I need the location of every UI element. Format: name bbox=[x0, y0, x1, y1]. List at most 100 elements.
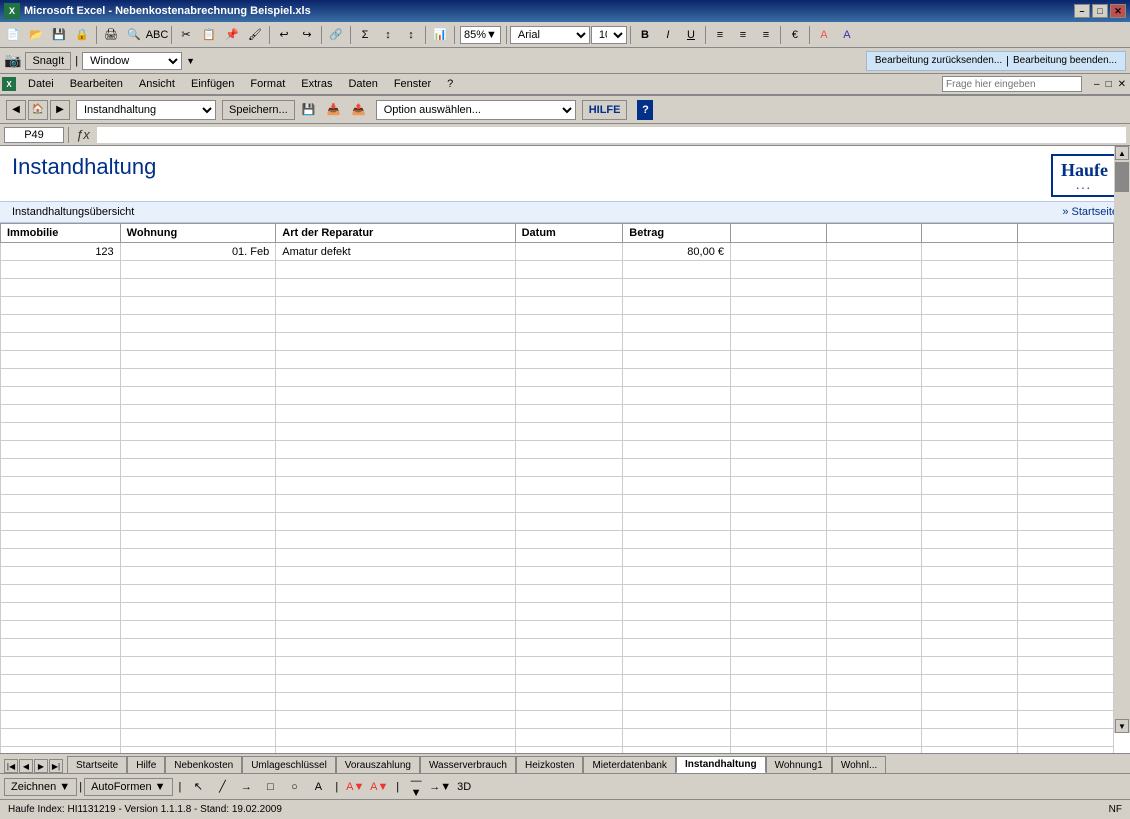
menu-fenster[interactable]: Fenster bbox=[386, 73, 439, 95]
menu-minimize-icon[interactable]: – bbox=[1092, 79, 1102, 90]
sheet-tab-instandhaltung[interactable]: Instandhaltung bbox=[676, 756, 766, 773]
table-row[interactable] bbox=[1, 675, 1114, 693]
table-cell[interactable] bbox=[731, 243, 827, 261]
table-cell[interactable] bbox=[276, 657, 515, 675]
table-cell[interactable] bbox=[826, 657, 922, 675]
table-cell[interactable] bbox=[1, 567, 121, 585]
sort-desc-button[interactable]: ↕ bbox=[400, 24, 422, 46]
table-cell[interactable] bbox=[120, 387, 276, 405]
font-color-button[interactable]: A bbox=[836, 24, 858, 46]
table-row[interactable] bbox=[1, 513, 1114, 531]
table-cell[interactable] bbox=[1018, 315, 1114, 333]
table-cell[interactable] bbox=[826, 567, 922, 585]
zoom-dropdown-icon[interactable]: ▼ bbox=[486, 29, 497, 41]
save-icon3[interactable]: 📤 bbox=[348, 99, 370, 121]
option-select[interactable]: Option auswählen... bbox=[376, 100, 576, 120]
table-cell[interactable] bbox=[1018, 369, 1114, 387]
table-row[interactable] bbox=[1, 387, 1114, 405]
format-painter-button[interactable]: 🖌 bbox=[244, 24, 266, 46]
menu-daten[interactable]: Daten bbox=[340, 73, 385, 95]
table-cell[interactable] bbox=[120, 441, 276, 459]
table-cell[interactable] bbox=[1018, 729, 1114, 747]
table-cell[interactable] bbox=[623, 567, 731, 585]
table-cell[interactable] bbox=[276, 675, 515, 693]
table-cell[interactable] bbox=[276, 711, 515, 729]
table-row[interactable] bbox=[1, 585, 1114, 603]
table-row[interactable] bbox=[1, 657, 1114, 675]
table-cell[interactable] bbox=[515, 423, 623, 441]
snagit-button[interactable]: SnagIt bbox=[25, 52, 71, 70]
nav-home-button[interactable]: 🏠 bbox=[28, 100, 48, 120]
table-cell[interactable] bbox=[731, 585, 827, 603]
table-row[interactable] bbox=[1, 477, 1114, 495]
table-cell[interactable] bbox=[1, 441, 121, 459]
autoformen-button[interactable]: AutoFormen ▼ bbox=[84, 778, 172, 796]
redo-button[interactable]: ↪ bbox=[296, 24, 318, 46]
table-cell[interactable] bbox=[623, 423, 731, 441]
table-cell[interactable] bbox=[515, 675, 623, 693]
table-cell[interactable] bbox=[731, 441, 827, 459]
table-cell[interactable] bbox=[1018, 639, 1114, 657]
table-cell[interactable] bbox=[120, 405, 276, 423]
table-cell[interactable] bbox=[1, 657, 121, 675]
hyperlink-button[interactable]: 🔗 bbox=[325, 24, 347, 46]
table-cell[interactable] bbox=[515, 333, 623, 351]
table-cell[interactable] bbox=[515, 603, 623, 621]
table-cell[interactable] bbox=[1018, 351, 1114, 369]
table-cell[interactable] bbox=[922, 405, 1018, 423]
font-size-select[interactable]: 10 bbox=[591, 26, 627, 44]
table-row[interactable] bbox=[1, 639, 1114, 657]
table-cell[interactable] bbox=[623, 477, 731, 495]
table-cell[interactable] bbox=[826, 369, 922, 387]
table-cell[interactable] bbox=[120, 585, 276, 603]
scroll-thumb[interactable] bbox=[1115, 162, 1129, 192]
table-cell[interactable] bbox=[276, 441, 515, 459]
table-cell[interactable] bbox=[276, 585, 515, 603]
sheet-tab-heizkosten[interactable]: Heizkosten bbox=[516, 756, 583, 773]
scroll-down-button[interactable]: ▼ bbox=[1115, 719, 1129, 733]
table-cell[interactable] bbox=[922, 351, 1018, 369]
table-cell[interactable] bbox=[731, 549, 827, 567]
table-cell[interactable] bbox=[120, 477, 276, 495]
table-cell[interactable] bbox=[1018, 513, 1114, 531]
table-cell[interactable] bbox=[1, 711, 121, 729]
table-cell[interactable] bbox=[731, 495, 827, 513]
table-cell[interactable] bbox=[731, 477, 827, 495]
table-cell[interactable] bbox=[1, 675, 121, 693]
table-cell[interactable] bbox=[826, 711, 922, 729]
table-cell[interactable] bbox=[826, 675, 922, 693]
table-cell[interactable] bbox=[1, 729, 121, 747]
table-cell[interactable] bbox=[623, 441, 731, 459]
draw-color2-button[interactable]: A▼ bbox=[368, 776, 390, 798]
table-cell[interactable] bbox=[515, 693, 623, 711]
table-cell[interactable] bbox=[515, 621, 623, 639]
table-cell[interactable] bbox=[623, 369, 731, 387]
window-select[interactable]: Window bbox=[82, 52, 182, 70]
menu-help[interactable]: ? bbox=[439, 73, 461, 95]
table-cell[interactable] bbox=[276, 747, 515, 754]
draw-oval-button[interactable]: ○ bbox=[283, 776, 305, 798]
table-cell[interactable] bbox=[120, 531, 276, 549]
save-toolbar-button[interactable]: 💾 bbox=[48, 24, 70, 46]
table-cell[interactable] bbox=[826, 747, 922, 754]
table-cell[interactable] bbox=[826, 549, 922, 567]
table-cell[interactable] bbox=[1, 369, 121, 387]
sort-asc-button[interactable]: ↕ bbox=[377, 24, 399, 46]
save-icon1[interactable]: 💾 bbox=[298, 99, 320, 121]
table-cell[interactable] bbox=[922, 495, 1018, 513]
table-cell[interactable] bbox=[731, 693, 827, 711]
sheet-tab-startseite[interactable]: Startseite bbox=[67, 756, 127, 773]
table-cell[interactable] bbox=[276, 315, 515, 333]
table-cell[interactable] bbox=[623, 621, 731, 639]
table-cell[interactable] bbox=[515, 315, 623, 333]
table-cell[interactable] bbox=[1018, 459, 1114, 477]
table-cell[interactable] bbox=[1, 423, 121, 441]
tab-first-button[interactable]: |◀ bbox=[4, 759, 18, 773]
table-cell[interactable] bbox=[623, 495, 731, 513]
table-cell[interactable] bbox=[623, 387, 731, 405]
table-cell[interactable] bbox=[623, 585, 731, 603]
table-cell[interactable] bbox=[120, 315, 276, 333]
table-cell[interactable] bbox=[120, 261, 276, 279]
table-cell[interactable] bbox=[731, 459, 827, 477]
open-button[interactable]: 📂 bbox=[25, 24, 47, 46]
